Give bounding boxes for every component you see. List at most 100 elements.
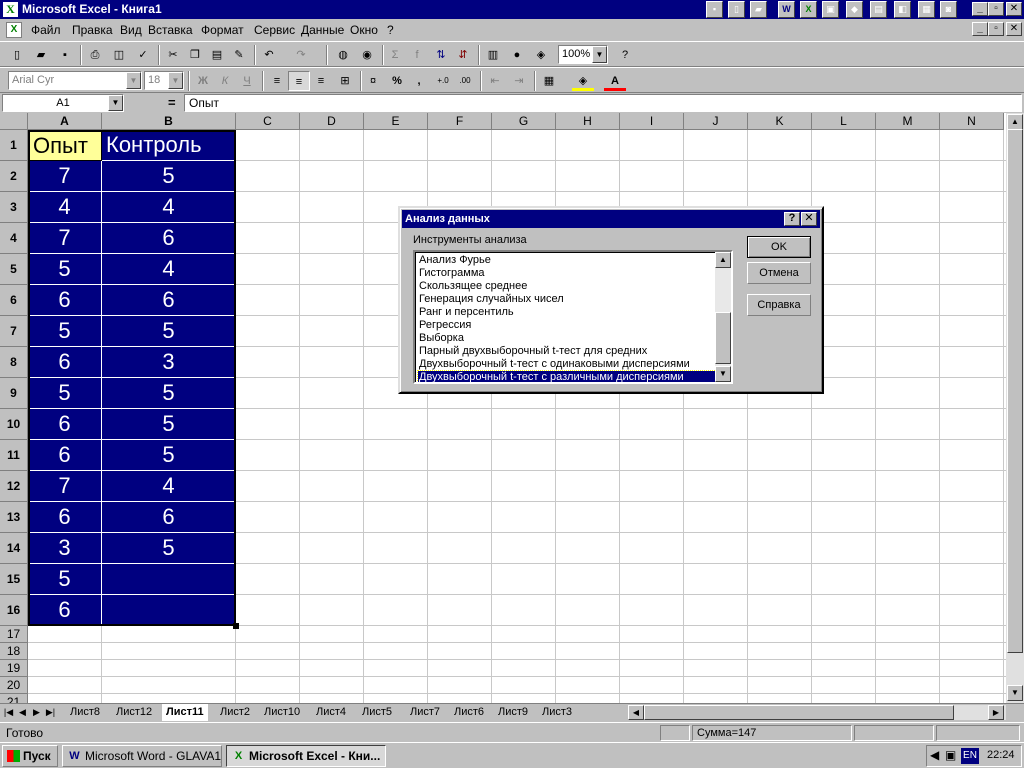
document-icon[interactable]: X	[6, 22, 22, 38]
a7-cell[interactable]: 5	[28, 316, 102, 347]
b13-cell[interactable]: 6	[102, 502, 236, 533]
scroll-down-icon[interactable]: ▼	[715, 366, 731, 382]
b3-cell[interactable]: 4	[102, 192, 236, 223]
analysis-tools-list[interactable]: Анализ Фурье Гистограмма Скользящее средне…	[413, 250, 733, 384]
sheet-tab-1[interactable]: Лист8	[66, 704, 104, 721]
undo-icon[interactable]: ↶	[258, 45, 280, 65]
edit-formula-button[interactable]: =	[168, 95, 176, 110]
column-header-d[interactable]: D	[300, 113, 364, 130]
menu-window[interactable]: Окно	[350, 23, 378, 37]
vertical-scrollbar[interactable]: ▲ ▼	[1006, 113, 1024, 703]
font-name-select[interactable]: Arial Cyr ▼	[8, 71, 142, 90]
row-header-15[interactable]: 15	[0, 564, 28, 595]
row-header-19[interactable]: 19	[0, 660, 28, 677]
word-icon[interactable]: W	[778, 1, 795, 18]
b5-cell[interactable]: 4	[102, 254, 236, 285]
horizontal-scrollbar[interactable]: ◀ ▶	[628, 705, 1006, 720]
minimize-button[interactable]: _	[972, 2, 988, 16]
column-header-h[interactable]: H	[556, 113, 620, 130]
language-indicator[interactable]: EN	[961, 748, 979, 764]
menu-view[interactable]: Вид	[120, 23, 142, 37]
a6-cell[interactable]: 6	[28, 285, 102, 316]
row-header-10[interactable]: 10	[0, 409, 28, 440]
increase-decimal-icon[interactable]: +.0	[432, 71, 454, 91]
cut-icon[interactable]: ✂	[162, 45, 184, 65]
last-sheet-icon[interactable]: ▶|	[44, 705, 57, 720]
hscroll-thumb[interactable]	[644, 705, 954, 720]
map-icon[interactable]: ●	[506, 45, 528, 65]
scroll-down-icon[interactable]: ▼	[1007, 685, 1023, 701]
row-header-3[interactable]: 3	[0, 192, 28, 223]
sheet-tab-6[interactable]: Лист4	[312, 704, 350, 721]
save-icon[interactable]: ▪	[54, 45, 76, 65]
column-header-n[interactable]: N	[940, 113, 1004, 130]
b15-cell[interactable]	[102, 564, 236, 595]
select-all-corner[interactable]	[0, 113, 28, 130]
powerpoint-icon[interactable]: ▣	[822, 1, 839, 18]
a1-cell[interactable]: Опыт	[28, 130, 102, 161]
analysis-tool-item[interactable]: Ранг и персентиль	[418, 306, 716, 319]
doc-minimize-button[interactable]: _	[972, 22, 988, 36]
sheet-tab-5[interactable]: Лист10	[260, 704, 304, 721]
fill-color-icon[interactable]: ◈	[572, 71, 594, 91]
row-header-5[interactable]: 5	[0, 254, 28, 285]
hyperlink-icon[interactable]: ◍	[332, 45, 354, 65]
align-center-icon[interactable]: ≡	[288, 71, 310, 91]
new-document-icon[interactable]: ▯	[728, 1, 745, 18]
b8-cell[interactable]: 3	[102, 347, 236, 378]
b14-cell[interactable]: 5	[102, 533, 236, 564]
scroll-left-icon[interactable]: ◀	[628, 705, 644, 720]
sheet-tab-7[interactable]: Лист5	[358, 704, 396, 721]
scroll-up-icon[interactable]: ▲	[1007, 114, 1023, 130]
sort-ascending-icon[interactable]: ⇅	[430, 45, 452, 65]
row-header-21[interactable]: 21	[0, 694, 28, 703]
a14-cell[interactable]: 3	[28, 533, 102, 564]
speaker-icon[interactable]: ◀	[930, 748, 939, 762]
a16-cell[interactable]: 6	[28, 595, 102, 626]
task-word[interactable]: W Microsoft Word - GLAVA1_4	[62, 745, 222, 767]
row-header-8[interactable]: 8	[0, 347, 28, 378]
restore-button[interactable]: ▫	[988, 2, 1004, 16]
chevron-down-icon[interactable]: ▼	[592, 46, 607, 63]
row-header-20[interactable]: 20	[0, 677, 28, 694]
fill-handle[interactable]	[233, 623, 239, 629]
task-excel[interactable]: X Microsoft Excel - Кни...	[226, 745, 386, 767]
binder-icon[interactable]: ◧	[894, 1, 911, 18]
column-header-a[interactable]: A	[28, 113, 102, 130]
next-sheet-icon[interactable]: ▶	[30, 705, 43, 720]
schedule-icon[interactable]: ▤	[870, 1, 887, 18]
drawing-icon[interactable]: ◈	[530, 45, 552, 65]
analysis-tool-item[interactable]: Двухвыборочный t-тест с одинаковыми дисп…	[418, 358, 716, 371]
prev-sheet-icon[interactable]: ◀	[16, 705, 29, 720]
menu-tools[interactable]: Сервис	[254, 23, 295, 37]
chart-wizard-icon[interactable]: ▥	[482, 45, 504, 65]
function-icon[interactable]: f	[406, 45, 428, 65]
open-icon[interactable]: ▰	[30, 45, 52, 65]
b9-cell[interactable]: 5	[102, 378, 236, 409]
align-left-icon[interactable]: ≡	[266, 71, 288, 91]
name-box[interactable]: A1 ▼	[2, 94, 124, 112]
office-bar-icon[interactable]: ▪	[706, 1, 723, 18]
context-help-button[interactable]: ?	[784, 212, 800, 226]
increase-indent-icon[interactable]: ⇥	[508, 71, 530, 91]
sheet-tab-9[interactable]: Лист6	[450, 704, 488, 721]
sheet-tab-3[interactable]: Лист11	[162, 704, 208, 721]
column-header-f[interactable]: F	[428, 113, 492, 130]
new-icon[interactable]: ▯	[6, 45, 28, 65]
dialog-close-button[interactable]: ✕	[801, 212, 817, 226]
chevron-down-icon[interactable]: ▼	[108, 95, 123, 111]
b12-cell[interactable]: 4	[102, 471, 236, 502]
sort-descending-icon[interactable]: ⇵	[452, 45, 474, 65]
worksheet-grid[interactable]: ABCDEFGHIJKLMN 1 2 3 4 5 6 7 8 9 10 11 12 13 14 15 16 17…	[0, 113, 1006, 703]
contacts-icon[interactable]: ▦	[918, 1, 935, 18]
clock[interactable]: 22:24	[987, 749, 1015, 761]
sheet-tab-2[interactable]: Лист12	[112, 704, 156, 721]
excel-icon[interactable]: X	[800, 1, 817, 18]
column-header-b[interactable]: B	[102, 113, 236, 130]
underline-button[interactable]: Ч	[236, 71, 258, 91]
chevron-down-icon[interactable]: ▼	[168, 72, 183, 89]
help-book-icon[interactable]: ◙	[940, 1, 957, 18]
row-header-2[interactable]: 2	[0, 161, 28, 192]
row-header-4[interactable]: 4	[0, 223, 28, 254]
doc-close-button[interactable]: ✕	[1006, 22, 1022, 36]
